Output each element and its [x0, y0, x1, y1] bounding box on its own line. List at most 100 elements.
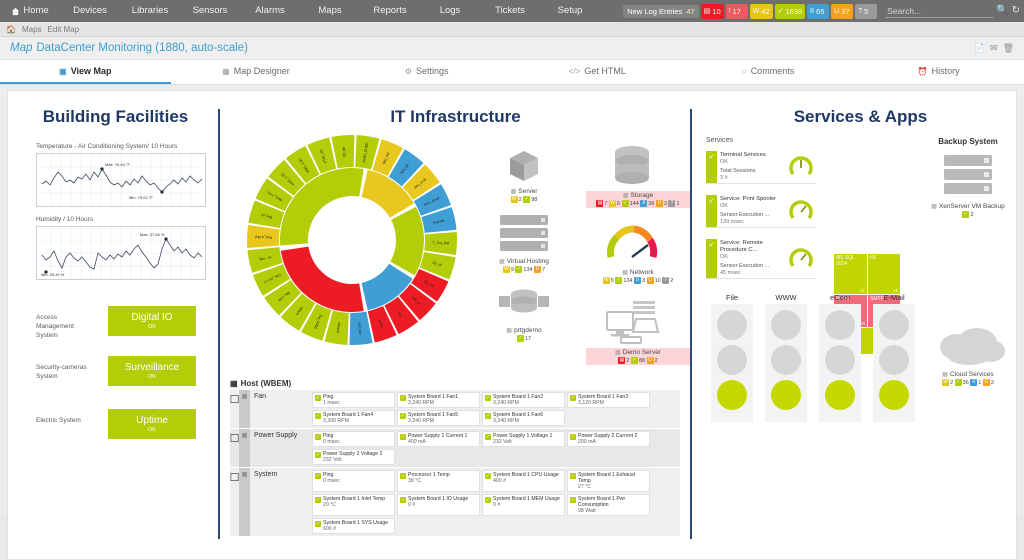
device-counts-xenserver: ✓2 [916, 211, 1017, 218]
sensor-cell[interactable]: ✓Power Supply 2 Voltage 2232 Volt [312, 449, 395, 465]
nav-item-reports[interactable]: Reports [360, 0, 420, 22]
new-log-entries-badge[interactable]: New Log Entries 47 [623, 5, 698, 18]
table-row[interactable]: ☐▦Fan✓Ping1 msec✓System Board 1 Fan13,24… [230, 390, 680, 429]
row-checkbox[interactable]: ☐ [230, 390, 239, 428]
sensor-cell[interactable]: ✓Ping0 msec [312, 470, 395, 492]
nav-item-alarms[interactable]: Alarms [240, 0, 300, 22]
device-server[interactable]: ▦Server W2✓98 [478, 188, 570, 203]
sensor-cell[interactable]: ✓Power Supply 1 Current 1400 mA [397, 431, 480, 447]
status-badge-unusual[interactable]: U37 [831, 4, 853, 19]
status-badge-paused[interactable]: II65 [807, 4, 829, 19]
nav-status-area: New Log Entries 47 ▤10!17W42✓1638II65U37… [623, 0, 1020, 22]
status-badge-unknown[interactable]: ?5 [855, 4, 877, 19]
sensor-grid: ✓Ping0 msec✓Power Supply 1 Current 1400 … [310, 429, 680, 467]
tab-history[interactable]: ⏰ History [853, 60, 1024, 84]
sunburst-inner-segment[interactable] [281, 247, 364, 312]
sensor-cell[interactable]: ✓System Board 1 SYS Usage600 # [312, 518, 395, 534]
traffic-light-www[interactable] [765, 304, 807, 422]
nav-item-logs[interactable]: Logs [420, 0, 480, 22]
service-row[interactable]: ✓Service: Print SpoolerOKSensor Executio… [706, 195, 816, 228]
count-badge: U3 [656, 200, 667, 207]
device-name-prtgdemo: prtgdemo [514, 327, 541, 334]
sunburst-inner-segment[interactable] [362, 264, 413, 311]
status-badge-down[interactable]: ▤10 [701, 4, 724, 19]
sensor-value: 3,120 RPM [578, 400, 628, 406]
sensor-status-badges: ▤10!17W42✓1638II65U37?5 [701, 4, 877, 19]
sensor-cell[interactable]: ✓System Board 1 Fan53,240 RPM [397, 410, 480, 426]
tab-map-designer[interactable]: ▦ Map Designer [171, 60, 342, 84]
device-cloud-services[interactable]: ▦Cloud Services W2✓36II1U2 [916, 371, 1017, 386]
sensor-status-icon: ✓ [485, 473, 491, 479]
nav-item-libraries[interactable]: Libraries [120, 0, 180, 22]
refresh-icon[interactable]: ↻ [1012, 6, 1020, 16]
service-row[interactable]: ✓Service: Remote Procedure C...OKSensor … [706, 239, 816, 279]
prtg-app: Home Devices Libraries Sensors Alarms Ma… [0, 0, 1024, 515]
sensor-cell[interactable]: ✓Ping1 msec [312, 392, 395, 408]
treemap-cell-iis[interactable]: IIS 29 [868, 254, 900, 294]
table-row[interactable]: ☐▦System✓Ping0 msec✓Processor 1 Temp38 °… [230, 468, 680, 537]
status-glyph: U [834, 6, 839, 17]
sensor-cell[interactable]: ✓System Board 1 Pwr Consumption98 Watt [567, 494, 650, 516]
sensor-cell[interactable]: ✓Power Supply 1 Voltage 1232 Volt [482, 431, 565, 447]
traffic-light-email[interactable] [873, 304, 915, 422]
device-prtgdemo[interactable]: ▦prtgdemo ✓17 [478, 327, 570, 342]
device-xenserver-vm-backup[interactable]: ▦XenServer VM Backup ✓2 [916, 203, 1017, 218]
sensor-cell[interactable]: ✓Power Supply 2 Current 2200 mA [567, 431, 650, 447]
mail-icon[interactable]: ✉ [990, 43, 998, 54]
tab-view-map[interactable]: ▣ View Map [0, 60, 171, 84]
breadcrumb-item-maps[interactable]: Maps [22, 25, 42, 34]
table-row[interactable]: ☐▦Power Supply✓Ping0 msec✓Power Supply 1… [230, 429, 680, 468]
status-badge-warning[interactable]: W42 [750, 4, 773, 19]
tab-get-html[interactable]: </> Get HTML [512, 60, 683, 84]
page-icon[interactable]: 📄 [974, 43, 985, 54]
nav-item-sensors[interactable]: Sensors [180, 0, 240, 22]
nav-item-maps[interactable]: Maps [300, 0, 360, 22]
device-virtual-hosting[interactable]: ▦Virtual Hosting W9✓134U7 [478, 258, 570, 273]
sensor-value: 0 msec [323, 439, 340, 445]
nav-item-tickets[interactable]: Tickets [480, 0, 540, 22]
sunburst-inner-segment[interactable] [390, 207, 424, 275]
device-network[interactable]: ▦Network W5✓134II3U10?2 [586, 269, 690, 284]
sensor-cell[interactable]: ✓System Board 1 Exhaust Temp27 °C [567, 470, 650, 492]
sensor-cell[interactable]: ✓System Board 1 Fan23,240 RPM [482, 392, 565, 408]
search-input[interactable] [885, 5, 993, 18]
nav-item-home[interactable]: Home [0, 0, 60, 22]
sensor-cell[interactable]: ✓System Board 1 Inlet Temp20 °C [312, 494, 395, 516]
traffic-light-file[interactable] [711, 304, 753, 422]
status-badge-up[interactable]: ✓1638 [775, 4, 806, 19]
nav-item-setup[interactable]: Setup [540, 0, 600, 22]
temperature-chart[interactable]: Max: 76.64 °F Min: 75.02 °F [36, 153, 206, 207]
sensor-cell[interactable]: ✓Ping0 msec [312, 431, 395, 447]
search-icon[interactable]: 🔍 [996, 6, 1008, 16]
breadcrumb-item-edit-map[interactable]: Edit Map [48, 25, 80, 34]
traffic-light-ecom[interactable] [819, 304, 861, 422]
tab-settings[interactable]: ⚙ Settings [341, 60, 512, 84]
humidity-chart[interactable]: Max: 27.60 % Min: 25.40 % [36, 226, 206, 280]
top-navigation: Home Devices Libraries Sensors Alarms Ma… [0, 0, 1024, 22]
treemap-cell-mssql[interactable]: MS SQL 2014 41 [834, 254, 867, 294]
delete-icon[interactable]: 🗑 [1003, 43, 1014, 54]
sensor-name: System Board 1 IO Usage [408, 496, 468, 502]
device-name-storage: Storage [630, 192, 653, 199]
row-checkbox[interactable]: ☐ [230, 468, 239, 536]
sensor-cell[interactable]: ✓System Board 1 Fan33,120 RPM [567, 392, 650, 408]
service-row[interactable]: ✓Terminal ServicesOKTotal Sessions3 # [706, 151, 816, 184]
sunburst-chart[interactable]: Port_a MelMel_cliANS_J AUANS_1 03ANS_1 0… [245, 133, 460, 348]
sensor-cell[interactable]: ✓Processor 1 Temp38 °C [397, 470, 480, 492]
device-demo-server[interactable]: ▦Demo Server ▤2✓88U2 [586, 348, 690, 365]
sensor-cell[interactable]: ✓System Board 1 MEM Usage0 # [482, 494, 565, 516]
breadcrumb-home-icon[interactable]: 🏠 [6, 25, 16, 34]
tile-digital-io[interactable]: Digital IO OK [108, 306, 196, 336]
sensor-cell[interactable]: ✓System Board 1 Fan43,200 RPM [312, 410, 395, 426]
sensor-cell[interactable]: ✓System Board 1 IO Usage0 # [397, 494, 480, 516]
tile-surveillance[interactable]: Surveillance OK [108, 356, 196, 386]
device-storage[interactable]: ▦Storage ▤7W6✓144II36U3?1 [586, 191, 690, 208]
sensor-cell[interactable]: ✓System Board 1 Fan63,240 RPM [482, 410, 565, 426]
nav-item-devices[interactable]: Devices [60, 0, 120, 22]
tab-comments[interactable]: ○ Comments [683, 60, 854, 84]
sensor-cell[interactable]: ✓System Board 1 CPU Usage400 # [482, 470, 565, 492]
tile-uptime[interactable]: Uptime OK [108, 409, 196, 439]
row-checkbox[interactable]: ☐ [230, 429, 239, 467]
status-badge-down-acknowledged[interactable]: !17 [726, 4, 748, 19]
sensor-cell[interactable]: ✓System Board 1 Fan13,240 RPM [397, 392, 480, 408]
